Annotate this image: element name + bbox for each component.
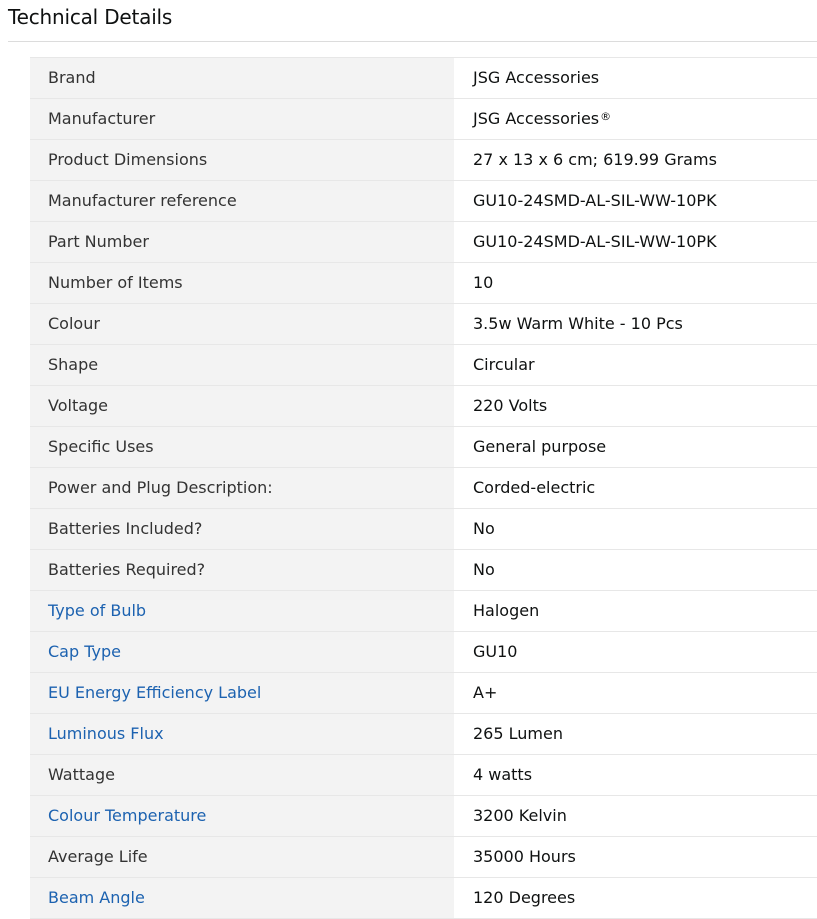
spec-label-link[interactable]: Type of Bulb <box>30 590 454 632</box>
spec-label-link[interactable]: Cap Type <box>30 631 454 673</box>
table-row: Cap Type GU10 <box>30 631 817 673</box>
table-row: Luminous Flux 265 Lumen <box>30 713 817 755</box>
spec-label: Colour <box>30 303 454 345</box>
technical-details-body: Brand JSG Accessories Manufacturer JSG A… <box>30 57 817 919</box>
spec-value: No <box>454 549 817 591</box>
spec-value: JSG Accessories <box>454 57 817 99</box>
spec-value: GU10 <box>454 631 817 673</box>
spec-value: 35000 Hours <box>454 836 817 878</box>
spec-value: A+ <box>454 672 817 714</box>
spec-label: Number of Items <box>30 262 454 304</box>
table-row: Voltage 220 Volts <box>30 385 817 427</box>
spec-value: 10 <box>454 262 817 304</box>
spec-value: 265 Lumen <box>454 713 817 755</box>
table-row: Specific Uses General purpose <box>30 426 817 468</box>
spec-label-link[interactable]: Luminous Flux <box>30 713 454 755</box>
table-row: Batteries Required? No <box>30 549 817 591</box>
table-row: Manufacturer reference GU10-24SMD-AL-SIL… <box>30 180 817 222</box>
table-row: Product Dimensions 27 x 13 x 6 cm; 619.9… <box>30 139 817 181</box>
registered-mark: ® <box>600 110 612 123</box>
spec-value: 3200 Kelvin <box>454 795 817 837</box>
spec-label: Specific Uses <box>30 426 454 468</box>
table-row: Manufacturer JSG Accessories® <box>30 98 817 140</box>
spec-label: Brand <box>30 57 454 99</box>
title-divider <box>8 41 817 42</box>
spec-label: Batteries Required? <box>30 549 454 591</box>
spec-value: Corded-electric <box>454 467 817 509</box>
spec-value-cell: JSG Accessories® <box>454 98 817 140</box>
spec-value: 4 watts <box>454 754 817 796</box>
table-row: Colour Temperature 3200 Kelvin <box>30 795 817 837</box>
technical-details-page: Technical Details Brand JSG Accessories … <box>0 0 817 919</box>
spec-value: No <box>454 508 817 550</box>
spec-label: Shape <box>30 344 454 386</box>
spec-value: 220 Volts <box>454 385 817 427</box>
table-row: Average Life 35000 Hours <box>30 836 817 878</box>
spec-value: GU10-24SMD-AL-SIL-WW-10PK <box>454 221 817 263</box>
table-row: Type of Bulb Halogen <box>30 590 817 632</box>
table-row: EU Energy Efficiency Label A+ <box>30 672 817 714</box>
table-row: Number of Items 10 <box>30 262 817 304</box>
spec-label: Batteries Included? <box>30 508 454 550</box>
spec-label: Voltage <box>30 385 454 427</box>
spec-label: Manufacturer <box>30 98 454 140</box>
spec-label: Manufacturer reference <box>30 180 454 222</box>
spec-value: 120 Degrees <box>454 877 817 919</box>
spec-value: Circular <box>454 344 817 386</box>
table-row: Power and Plug Description: Corded-elect… <box>30 467 817 509</box>
spec-value: Halogen <box>454 590 817 632</box>
spec-value: General purpose <box>454 426 817 468</box>
technical-details-table: Brand JSG Accessories Manufacturer JSG A… <box>30 57 817 919</box>
spec-value: GU10-24SMD-AL-SIL-WW-10PK <box>454 180 817 222</box>
spec-label-link[interactable]: EU Energy Efficiency Label <box>30 672 454 714</box>
spec-label: Average Life <box>30 836 454 878</box>
spec-value: JSG Accessories <box>473 109 600 128</box>
table-row: Part Number GU10-24SMD-AL-SIL-WW-10PK <box>30 221 817 263</box>
spec-value: 27 x 13 x 6 cm; 619.99 Grams <box>454 139 817 181</box>
spec-label: Power and Plug Description: <box>30 467 454 509</box>
spec-label: Product Dimensions <box>30 139 454 181</box>
spec-label-link[interactable]: Colour Temperature <box>30 795 454 837</box>
table-row: Brand JSG Accessories <box>30 57 817 99</box>
table-row: Beam Angle 120 Degrees <box>30 877 817 919</box>
table-row: Colour 3.5w Warm White - 10 Pcs <box>30 303 817 345</box>
spec-value: 3.5w Warm White - 10 Pcs <box>454 303 817 345</box>
section-title: Technical Details <box>8 5 173 29</box>
table-row: Batteries Included? No <box>30 508 817 550</box>
spec-label: Wattage <box>30 754 454 796</box>
table-row: Shape Circular <box>30 344 817 386</box>
spec-label-link[interactable]: Beam Angle <box>30 877 454 919</box>
table-row: Wattage 4 watts <box>30 754 817 796</box>
spec-label: Part Number <box>30 221 454 263</box>
